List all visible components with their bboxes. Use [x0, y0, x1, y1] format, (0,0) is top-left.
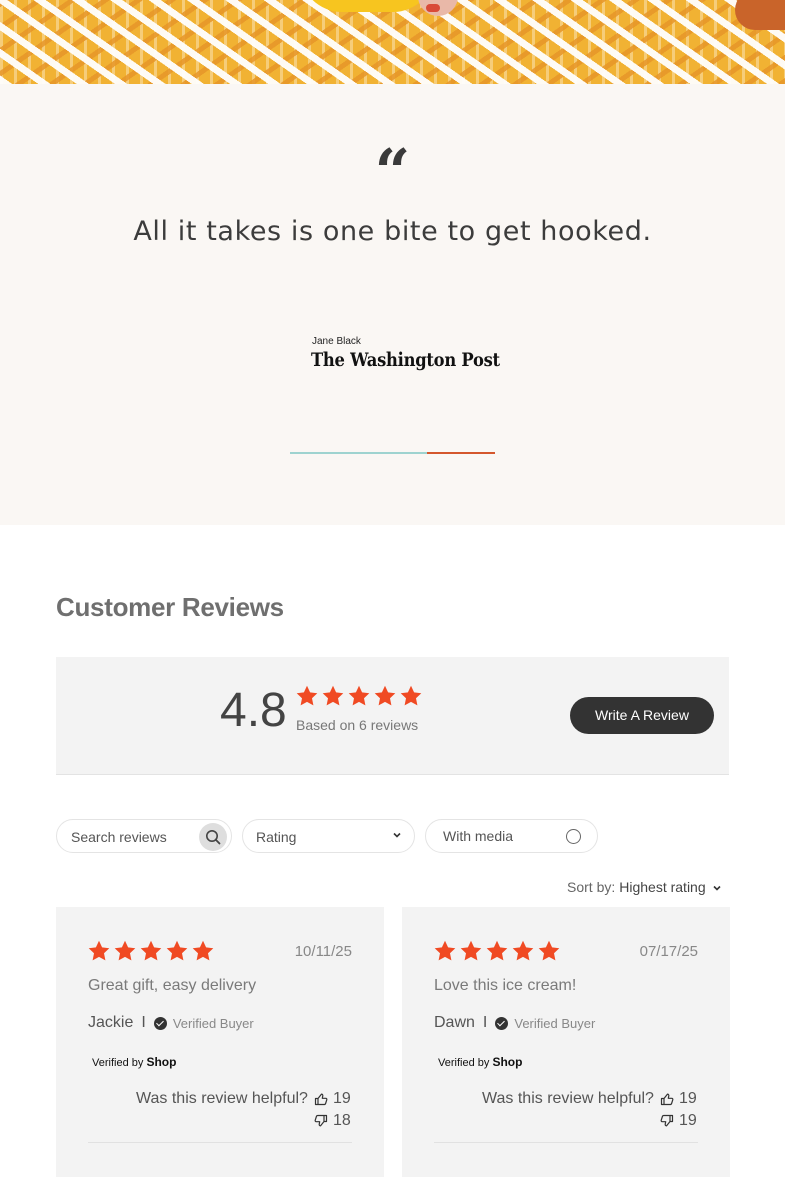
- divider: [434, 1142, 698, 1143]
- review-count: Based on 6 reviews: [296, 717, 419, 733]
- hand: [418, 0, 458, 16]
- star-icon: [320, 684, 346, 708]
- chevron-down-icon: [713, 886, 721, 891]
- star-icon: [164, 939, 190, 963]
- with-media-label: With media: [443, 828, 514, 844]
- search-icon: [206, 830, 221, 845]
- average-stars: [294, 684, 424, 713]
- thumbs-down-icon: [314, 1114, 328, 1127]
- thumbs-up-count: 19: [333, 1090, 351, 1107]
- star-icon: [190, 939, 216, 963]
- search-reviews: [56, 819, 232, 853]
- helpful-prompt: Was this review helpful?: [136, 1090, 308, 1107]
- verified-buyer-badge: Verified Buyer: [172, 1015, 254, 1031]
- press-quote-section: “ All it takes is one bite to get hooked…: [0, 84, 785, 525]
- star-icon: [372, 684, 398, 708]
- star-icon: [510, 939, 536, 963]
- review-title: Great gift, easy delivery: [88, 977, 257, 994]
- review-card: 10/11/25 Great gift, easy delivery Jacki…: [56, 907, 384, 1177]
- quote-text: All it takes is one bite to get hooked.: [133, 216, 652, 247]
- star-icon: [458, 939, 484, 963]
- rating-filter[interactable]: Rating: [242, 819, 415, 853]
- thumbs-down-count: 18: [333, 1112, 351, 1129]
- with-media-radio[interactable]: [566, 829, 581, 844]
- star-icon: [484, 939, 510, 963]
- chevron-down-icon: [393, 832, 401, 838]
- shop-logo: Shop: [492, 1055, 523, 1069]
- quote-icon: “: [374, 135, 411, 208]
- sort-control: Sort by: Highest rating: [567, 879, 722, 895]
- cushion: [735, 0, 785, 30]
- average-rating: 4.8: [220, 684, 287, 737]
- rating-filter-label: Rating: [256, 829, 297, 845]
- star-icon: [536, 939, 562, 963]
- review-date: 07/17/25: [639, 943, 698, 960]
- ice-cream-bowl: [300, 0, 435, 12]
- separator: I: [482, 1014, 488, 1031]
- thumbs-up-button[interactable]: 19: [660, 1090, 697, 1108]
- review-title: Love this ice cream!: [434, 977, 577, 994]
- separator: I: [141, 1014, 146, 1031]
- star-icon: [86, 939, 112, 963]
- thumbs-up-icon: [314, 1093, 328, 1106]
- search-input[interactable]: [71, 827, 199, 847]
- divider: [88, 1142, 352, 1143]
- quote-byline: Jane Black: [312, 336, 361, 347]
- thumbs-down-button[interactable]: 18: [314, 1112, 351, 1130]
- review-date: 10/11/25: [294, 943, 352, 960]
- verified-by-shop: Verified by Shop: [438, 1055, 523, 1069]
- review-author: Jackie: [88, 1014, 134, 1031]
- review-stars: [86, 939, 216, 968]
- slider-dot-2-active[interactable]: [427, 452, 495, 454]
- verified-check-icon: [153, 1016, 167, 1030]
- shop-logo: Shop: [146, 1055, 177, 1069]
- review-card: 07/17/25 Love this ice cream! Dawn I Ver…: [402, 907, 730, 1177]
- reviews-summary: 4.8 Based on 6 reviews Write A Review: [56, 657, 729, 775]
- thumbs-up-icon: [660, 1093, 674, 1106]
- review-stars: [432, 939, 562, 968]
- search-button[interactable]: [199, 823, 227, 851]
- reviews-heading: Customer Reviews: [56, 592, 284, 622]
- thumbs-down-button[interactable]: 19: [660, 1112, 697, 1130]
- hero-image: [0, 0, 785, 84]
- slider-dot-1[interactable]: [290, 452, 427, 454]
- star-icon: [398, 684, 424, 708]
- thumbs-down-icon: [660, 1114, 674, 1127]
- verified-check-icon: [495, 1016, 509, 1030]
- washington-post-logo: The Washington Post: [311, 349, 500, 371]
- star-icon: [432, 939, 458, 963]
- helpful-prompt: Was this review helpful?: [482, 1090, 654, 1107]
- with-media-filter[interactable]: With media: [425, 819, 598, 853]
- sort-label: Sort by:: [567, 879, 616, 895]
- star-icon: [346, 684, 372, 708]
- star-icon: [112, 939, 138, 963]
- review-author-row: Jackie I Verified Buyer: [88, 1014, 254, 1032]
- write-review-button[interactable]: Write A Review: [570, 697, 714, 734]
- slider-pagination: [290, 452, 495, 454]
- thumbs-down-count: 19: [679, 1112, 697, 1129]
- verified-by-shop: Verified by Shop: [92, 1055, 177, 1069]
- verified-buyer-badge: Verified Buyer: [514, 1015, 596, 1031]
- thumbs-up-button[interactable]: 19: [314, 1090, 351, 1108]
- star-icon: [138, 939, 164, 963]
- star-icon: [294, 684, 320, 708]
- thumbs-up-count: 19: [679, 1090, 697, 1107]
- review-author: Dawn: [434, 1014, 475, 1031]
- review-author-row: Dawn I Verified Buyer: [434, 1014, 595, 1032]
- sort-select[interactable]: Highest rating: [619, 879, 705, 895]
